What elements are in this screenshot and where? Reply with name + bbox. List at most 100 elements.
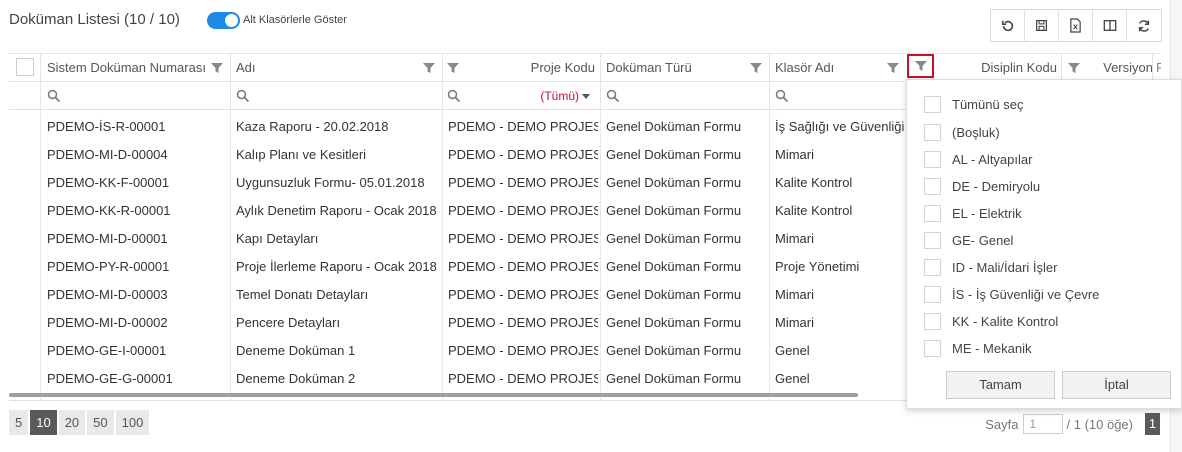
cell-folder: Mimari [775,147,814,162]
cell-name: Deneme Doküman 2 [236,371,356,386]
cell-name: Kalıp Planı ve Kesitleri [236,147,367,162]
search-icon[interactable] [606,89,620,103]
search-icon[interactable] [236,89,250,103]
search-icon[interactable] [775,89,789,103]
column-header-next[interactable]: R [1156,54,1161,82]
filter-ok-button[interactable]: Tamam [946,371,1055,399]
chevron-down-icon[interactable] [582,94,590,99]
discipline-filter-popup: Tümünü seç (Boşluk) AL - Altyapılar DE -… [906,79,1182,409]
cell-type: Genel Doküman Formu [606,371,742,386]
filter-icon[interactable] [1067,61,1081,75]
columns-icon [1103,20,1116,31]
page-size-50[interactable]: 50 [87,410,114,435]
checkbox[interactable] [924,96,941,113]
cell-doc-no: PDEMO-KK-R-00001 [47,203,171,218]
cell-project: PDEMO - DEMO PROJESİ [448,119,598,134]
excel-export-button[interactable] [1059,10,1093,41]
cell-project: PDEMO - DEMO PROJESİ [448,259,598,274]
page-size-10[interactable]: 10 [30,410,57,435]
filter-icon[interactable] [446,61,460,75]
checkbox[interactable] [924,340,941,357]
cell-project: PDEMO - DEMO PROJESİ [448,231,598,246]
cell-folder: Genel [775,343,810,358]
search-icon[interactable] [447,89,461,103]
subfolders-toggle[interactable] [207,12,240,29]
cell-type: Genel Doküman Formu [606,119,742,134]
page-size-100[interactable]: 100 [115,410,150,435]
project-code-filter-value[interactable]: (Tümü) [509,82,579,110]
cell-name: Kaza Raporu - 20.02.2018 [236,119,389,134]
checkbox[interactable] [924,232,941,249]
filter-cancel-button[interactable]: İptal [1062,371,1171,399]
column-header-row: Sistem Doküman Numarası Adı Proje Kodu D… [9,54,1161,82]
page-button-1[interactable]: 1 [1145,413,1160,435]
filter-icon[interactable] [210,61,224,75]
cell-type: Genel Doküman Formu [606,315,742,330]
undo-button[interactable] [991,10,1025,41]
filter-icon[interactable] [422,61,436,75]
page-number-input[interactable]: 1 [1022,414,1063,434]
columns-button[interactable] [1093,10,1127,41]
column-header-project-code[interactable]: Proje Kodu [509,54,595,82]
refresh-button[interactable] [1127,10,1161,41]
cell-doc-no: PDEMO-İS-R-00001 [47,119,166,134]
cell-doc-no: PDEMO-GE-G-00001 [47,371,173,386]
cell-folder: Kalite Kontrol [775,175,853,190]
page-label: Sayfa [985,416,1019,432]
checkbox[interactable] [924,178,941,195]
cell-project: PDEMO - DEMO PROJESİ [448,147,598,162]
filter-icon[interactable] [886,61,900,75]
cell-doc-no: PDEMO-KK-F-00001 [47,175,170,190]
filter-icon[interactable] [749,61,763,75]
cell-doc-no: PDEMO-MI-D-00003 [47,287,168,302]
cell-doc-no: PDEMO-PY-R-00001 [47,259,170,274]
select-all-checkbox[interactable] [16,58,34,76]
cell-type: Genel Doküman Formu [606,231,742,246]
cell-name: Proje İlerleme Raporu - Ocak 2018 [236,259,437,274]
checkbox[interactable] [924,124,941,141]
cell-doc-no: PDEMO-MI-D-00002 [47,315,168,330]
horizontal-scrollbar[interactable] [9,393,858,397]
checkbox[interactable] [924,313,941,330]
cell-name: Pencere Detayları [236,315,341,330]
column-header-version[interactable]: Versiyon [1093,54,1153,82]
cell-type: Genel Doküman Formu [606,343,742,358]
page-navigator: Sayfa 1 / 1 (10 öğe) 1 [985,413,1160,435]
checkbox[interactable] [924,286,941,303]
cell-folder: İş Sağlığı ve Güvenliği [775,119,905,134]
subfolders-toggle-label: Alt Klasörlerle Göster [243,14,347,26]
undo-icon [1001,20,1013,31]
column-header-folder[interactable]: Klasör Adı [775,54,855,82]
refresh-icon [1138,19,1150,32]
save-button[interactable] [1025,10,1059,41]
page-title: Doküman Listesi (10 / 10) [9,11,180,28]
filter-icon [915,61,927,71]
cell-doc-no: PDEMO-GE-I-00001 [47,343,167,358]
cell-folder: Mimari [775,287,814,302]
cell-folder: Genel [775,371,810,386]
page-size-20[interactable]: 20 [58,410,86,435]
grid-toolbar [990,9,1162,42]
page-total-label: / 1 (10 öğe) [1066,416,1134,432]
cell-folder: Kalite Kontrol [775,203,853,218]
cell-folder: Mimari [775,315,814,330]
excel-export-icon [1070,18,1081,33]
cell-project: PDEMO - DEMO PROJESİ [448,343,598,358]
checkbox[interactable] [924,151,941,168]
cell-project: PDEMO - DEMO PROJESİ [448,371,598,386]
page-size-5[interactable]: 5 [9,410,29,435]
cell-name: Uygunsuzluk Formu- 05.01.2018 [236,175,425,190]
cell-type: Genel Doküman Formu [606,175,742,190]
checkbox[interactable] [924,259,941,276]
column-header-name[interactable]: Adı [236,54,276,82]
cell-doc-no: PDEMO-MI-D-00001 [47,231,168,246]
search-icon[interactable] [47,89,61,103]
checkbox[interactable] [924,205,941,222]
column-header-doc-no[interactable]: Sistem Doküman Numarası [47,54,217,82]
column-header-discipline[interactable]: Disiplin Kodu [949,54,1057,82]
column-header-doc-type[interactable]: Doküman Türü [606,54,716,82]
cell-project: PDEMO - DEMO PROJESİ [448,203,598,218]
discipline-filter-button[interactable] [907,54,934,78]
cell-type: Genel Doküman Formu [606,259,742,274]
save-icon [1036,20,1047,31]
